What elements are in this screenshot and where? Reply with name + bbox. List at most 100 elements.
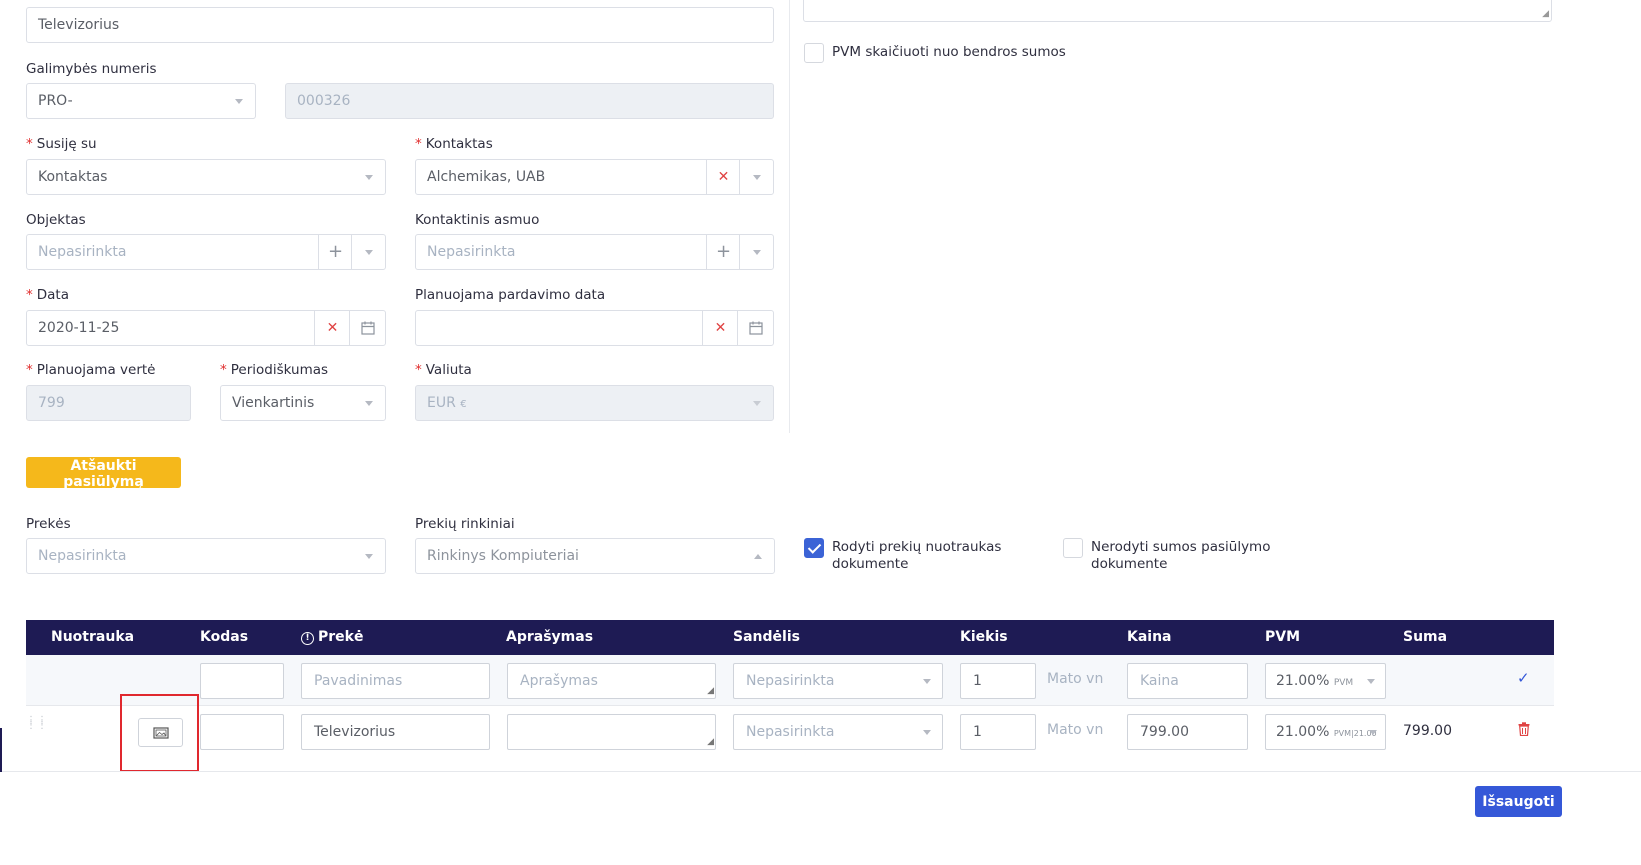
- currency-symbol: €: [460, 399, 467, 410]
- date-value: 2020-11-25: [38, 320, 120, 336]
- planned-sale-date-label: Planuojama pardavimo data: [415, 287, 606, 303]
- chevron-down-icon: [923, 679, 931, 684]
- planned-value-input: 799: [26, 385, 191, 421]
- header-description: Aprašymas: [506, 629, 594, 645]
- chevron-down-icon: [752, 174, 761, 180]
- column-divider: [789, 0, 790, 433]
- planned-value-value: 799: [38, 395, 65, 411]
- delete-row-button[interactable]: [1518, 722, 1530, 740]
- planned-sale-date-input[interactable]: ✕: [415, 310, 774, 346]
- highlight-box: [120, 694, 199, 772]
- header-photo: Nuotrauka: [51, 629, 135, 645]
- plus-icon: +: [715, 241, 732, 262]
- periodicity-label: * Periodiškumas: [220, 362, 329, 378]
- chevron-down-icon: [753, 401, 761, 406]
- clear-planned-date-button[interactable]: ✕: [702, 311, 738, 345]
- new-price-input[interactable]: Kaina: [1127, 663, 1248, 699]
- calendar-icon: [748, 321, 763, 335]
- periodicity-select[interactable]: Vienkartinis: [220, 385, 386, 421]
- contact-value: Alchemikas, UAB: [427, 169, 546, 185]
- save-button[interactable]: Išsaugoti: [1475, 786, 1562, 817]
- chevron-down-icon: [365, 175, 373, 180]
- unit-label: Mato vn: [1047, 722, 1104, 738]
- resize-handle-icon[interactable]: ◢: [1542, 9, 1549, 19]
- new-name-input[interactable]: Pavadinimas: [301, 663, 490, 699]
- object-select[interactable]: Nepasirinkta +: [26, 234, 386, 270]
- object-label: Objektas: [26, 212, 86, 228]
- new-quantity-input[interactable]: 1: [960, 663, 1036, 699]
- planned-value-label: * Planuojama vertė: [26, 362, 156, 378]
- price-input[interactable]: 799.00: [1127, 714, 1248, 750]
- contact-person-placeholder: Nepasirinkta: [427, 244, 516, 260]
- chevron-down-icon: [923, 730, 931, 735]
- chevron-down-icon: [365, 401, 373, 406]
- resize-handle-icon[interactable]: ◢: [707, 725, 714, 749]
- new-vat-select[interactable]: 21.00% PVM: [1265, 663, 1386, 699]
- date-input[interactable]: 2020-11-25 ✕: [26, 310, 386, 346]
- new-warehouse-select[interactable]: Nepasirinkta: [733, 663, 943, 699]
- contact-person-dropdown-toggle[interactable]: [739, 235, 773, 269]
- opportunity-name-input[interactable]: Televizorius: [26, 7, 774, 43]
- planned-date-picker-button[interactable]: [737, 311, 773, 345]
- show-photos-checkbox[interactable]: [804, 538, 824, 558]
- currency-label: * Valiuta: [415, 362, 472, 378]
- add-object-button[interactable]: +: [318, 235, 352, 269]
- product-sets-select[interactable]: Rinkinys Kompiuteriai: [415, 538, 775, 574]
- add-contact-person-button[interactable]: +: [706, 235, 740, 269]
- chevron-down-icon: [235, 99, 243, 104]
- vat-select[interactable]: 21.00% PVM|21.00: [1265, 714, 1386, 750]
- opportunity-prefix-select[interactable]: PRO-: [26, 83, 256, 119]
- info-icon: !: [301, 632, 314, 645]
- vat-total-label: PVM skaičiuoti nuo bendros sumos: [832, 44, 1066, 60]
- hide-sum-label: Nerodyti sumos pasiūlymo dokumente: [1091, 539, 1271, 572]
- header-warehouse: Sandėlis: [733, 629, 800, 645]
- header-vat: PVM: [1265, 629, 1301, 645]
- related-to-value: Kontaktas: [38, 169, 108, 185]
- products-table-header: Nuotrauka Kodas ! Prekė Aprašymas Sandėli…: [26, 620, 1554, 655]
- warehouse-select[interactable]: Nepasirinkta: [733, 714, 943, 750]
- date-picker-button[interactable]: [349, 311, 385, 345]
- product-sets-value: Rinkinys Kompiuteriai: [427, 548, 579, 564]
- close-icon: ✕: [326, 320, 339, 336]
- chevron-up-icon: [754, 554, 762, 559]
- cancel-offer-button[interactable]: Atšaukti pasiūlymą: [26, 457, 181, 490]
- object-dropdown-toggle[interactable]: [351, 235, 385, 269]
- clear-date-button[interactable]: ✕: [314, 311, 350, 345]
- resize-handle-icon[interactable]: ◢: [707, 674, 714, 698]
- chevron-down-icon: [364, 249, 373, 255]
- drag-handle-icon[interactable]: ⋮⋮ ⋮⋮: [26, 716, 48, 731]
- quantity-input[interactable]: 1: [960, 714, 1036, 750]
- description-input[interactable]: ◢: [507, 714, 716, 750]
- table-row: ⋮⋮ ⋮⋮ Televizorius ◢ Nepasirinkta 1 Mato …: [26, 706, 1554, 758]
- related-to-label: * Susiję su: [26, 136, 97, 152]
- products-select[interactable]: Nepasirinkta: [26, 538, 386, 574]
- contact-person-select[interactable]: Nepasirinkta +: [415, 234, 774, 270]
- hide-sum-checkbox[interactable]: [1063, 538, 1083, 558]
- vat-total-checkbox[interactable]: [804, 43, 824, 63]
- calendar-icon: [360, 321, 375, 335]
- new-item-row: Pavadinimas Aprašymas ◢ Nepasirinkta 1 Ma…: [26, 655, 1554, 706]
- opportunity-number-value: 000326: [297, 93, 351, 109]
- contact-dropdown-toggle[interactable]: [739, 160, 773, 194]
- contact-select[interactable]: Alchemikas, UAB ✕: [415, 159, 774, 195]
- products-label: Prekės: [26, 516, 71, 532]
- header-sum: Suma: [1403, 629, 1448, 645]
- confirm-check-icon[interactable]: ✓: [1517, 669, 1530, 687]
- trash-icon: [1518, 722, 1530, 737]
- code-input[interactable]: [200, 714, 284, 750]
- header-quantity: Kiekis: [960, 629, 1008, 645]
- chevron-down-icon: [365, 554, 373, 559]
- currency-value: EUR: [427, 395, 456, 411]
- product-sets-label: Prekių rinkiniai: [415, 516, 515, 532]
- new-description-input[interactable]: Aprašymas ◢: [507, 663, 716, 699]
- contact-label: * Kontaktas: [415, 136, 493, 152]
- clear-contact-button[interactable]: ✕: [706, 160, 740, 194]
- related-to-select[interactable]: Kontaktas: [26, 159, 386, 195]
- periodicity-value: Vienkartinis: [232, 395, 315, 411]
- date-label: * Data: [26, 287, 69, 303]
- new-code-input[interactable]: [200, 663, 284, 699]
- notes-textarea[interactable]: ◢: [803, 0, 1552, 22]
- plus-icon: +: [327, 241, 344, 262]
- product-name-input[interactable]: Televizorius: [301, 714, 490, 750]
- show-photos-label: Rodyti prekių nuotraukas dokumente: [832, 539, 1002, 572]
